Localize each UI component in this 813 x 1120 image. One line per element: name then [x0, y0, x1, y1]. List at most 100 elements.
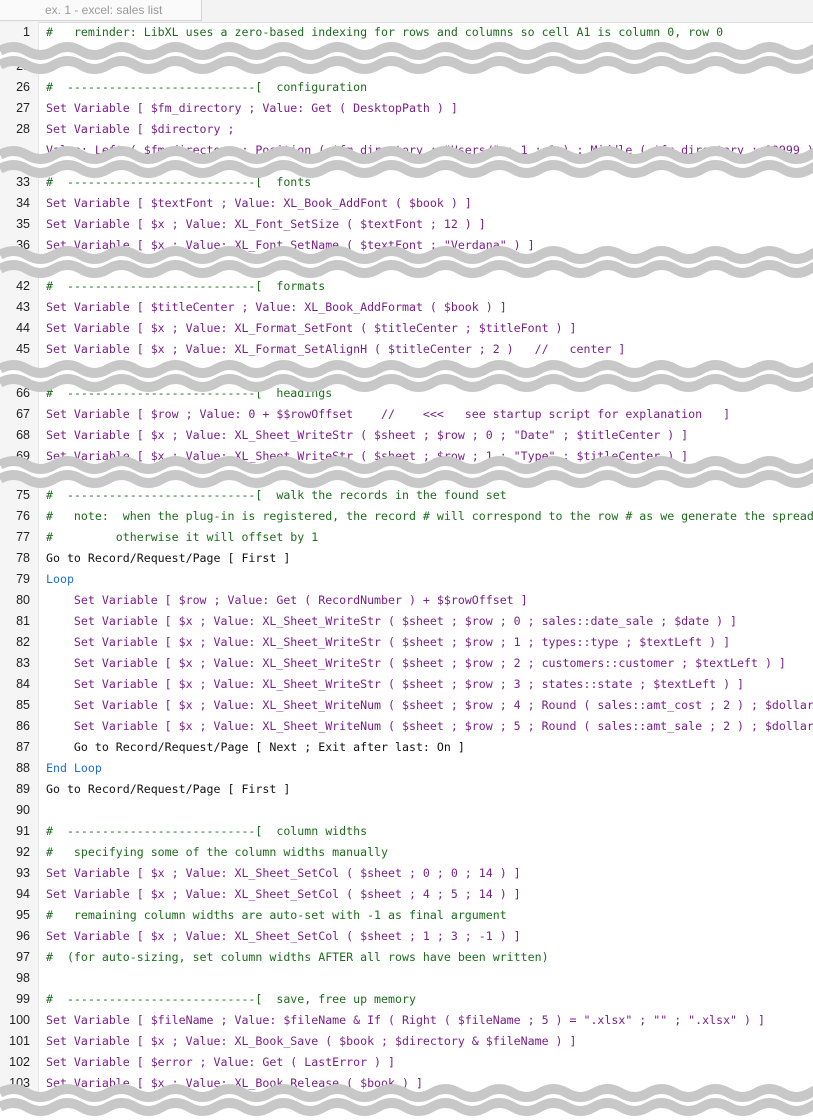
line-number: 79: [16, 572, 30, 586]
script-line[interactable]: 100 Set Variable [ $fileName ; Value: $fi…: [0, 1010, 813, 1031]
script-line[interactable]: 26 # ---------------------------[ configu…: [0, 77, 813, 98]
line-number: 101: [9, 1034, 30, 1048]
script-step-text: # note: when the plug-in is registered, …: [46, 509, 813, 523]
line-number: 85: [16, 698, 30, 712]
script-line[interactable]: 43 Set Variable [ $titleCenter ; Value: X…: [0, 297, 813, 318]
line-number: 35: [16, 217, 30, 231]
script-line[interactable]: 90: [0, 800, 813, 821]
line-number: 95: [16, 908, 30, 922]
script-line[interactable]: 35 Set Variable [ $x ; Value: XL_Font_Set…: [0, 214, 813, 235]
line-number: 34: [16, 196, 30, 210]
torn-edge-graphic: [0, 246, 813, 278]
script-step-text: Set Variable [ $fm_directory ; Value: Ge…: [46, 101, 458, 115]
script-line[interactable]: 78 Go to Record/Request/Page [ First ]: [0, 548, 813, 569]
line-number: 91: [16, 824, 30, 838]
script-line[interactable]: 86 Set Variable [ $x ; Value: XL_Sheet_W…: [0, 716, 813, 737]
script-line[interactable]: 94 Set Variable [ $x ; Value: XL_Sheet_Se…: [0, 884, 813, 905]
line-number: 102: [9, 1055, 30, 1069]
line-gap-break: [0, 356, 813, 396]
script-line[interactable]: 76 # note: when the plug-in is registered…: [0, 506, 813, 527]
script-step-text: # ---------------------------[ save, fre…: [46, 992, 416, 1006]
line-number: 28: [16, 122, 30, 136]
script-step-text: Set Variable [ $x ; Value: XL_Sheet_Writ…: [46, 698, 813, 712]
line-number: 80: [16, 593, 30, 607]
line-number: 27: [16, 101, 30, 115]
script-step-text: Set Variable [ $x ; Value: XL_Sheet_Writ…: [46, 656, 786, 670]
line-number: 89: [16, 782, 30, 796]
line-number: 87: [16, 740, 30, 754]
line-number: 83: [16, 656, 30, 670]
script-line[interactable]: 44 Set Variable [ $x ; Value: XL_Format_S…: [0, 318, 813, 339]
script-step-text: Go to Record/Request/Page [ Next ; Exit …: [46, 740, 465, 754]
line-number: 76: [16, 509, 30, 523]
script-step-text: # remaining column widths are auto-set w…: [46, 908, 507, 922]
script-step-text: # otherwise it will offset by 1: [46, 530, 319, 544]
script-line[interactable]: 87 Go to Record/Request/Page [ Next ; Ex…: [0, 737, 813, 758]
script-line[interactable]: 27 Set Variable [ $fm_directory ; Value: …: [0, 98, 813, 119]
line-number: 93: [16, 866, 30, 880]
script-step-text: Set Variable [ $row ; Value: 0 + $$rowOf…: [46, 407, 731, 421]
torn-edge-graphic: [0, 456, 813, 488]
script-line[interactable]: 89 Go to Record/Request/Page [ First ]: [0, 779, 813, 800]
script-step-text: Set Variable [ $x ; Value: XL_Sheet_Writ…: [46, 719, 813, 733]
line-gap-break: [0, 1080, 813, 1120]
line-number: 44: [16, 321, 30, 335]
script-step-text: Set Variable [ $x ; Value: XL_Sheet_Writ…: [46, 428, 689, 442]
line-gap-break: [0, 142, 813, 182]
script-line[interactable]: 96 Set Variable [ $x ; Value: XL_Sheet_Se…: [0, 926, 813, 947]
script-step-text: # specifying some of the column widths m…: [46, 845, 389, 859]
script-line[interactable]: 85 Set Variable [ $x ; Value: XL_Sheet_W…: [0, 695, 813, 716]
script-step-text: Set Variable [ $x ; Value: XL_Book_Save …: [46, 1034, 577, 1048]
line-number: 78: [16, 551, 30, 565]
script-step-text: Set Variable [ $x ; Value: XL_Format_Set…: [46, 321, 577, 335]
script-line[interactable]: 80 Set Variable [ $row ; Value: Get ( Re…: [0, 590, 813, 611]
script-line[interactable]: 99 # ---------------------------[ save, f…: [0, 989, 813, 1010]
script-step-text: Set Variable [ $titleCenter ; Value: XL_…: [46, 300, 507, 314]
script-step-text: Set Variable [ $textFont ; Value: XL_Boo…: [46, 196, 472, 210]
script-line[interactable]: 81 Set Variable [ $x ; Value: XL_Sheet_W…: [0, 611, 813, 632]
torn-edge-graphic: [0, 146, 813, 178]
script-step-text: Set Variable [ $error ; Value: Get ( Las…: [46, 1055, 396, 1069]
script-line[interactable]: 97 # (for auto-sizing, set column widths …: [0, 947, 813, 968]
script-line[interactable]: 91 # ---------------------------[ column …: [0, 821, 813, 842]
torn-edge-graphic: [0, 42, 813, 74]
script-line[interactable]: 84 Set Variable [ $x ; Value: XL_Sheet_W…: [0, 674, 813, 695]
line-number: 67: [16, 407, 30, 421]
line-number: 43: [16, 300, 30, 314]
script-line[interactable]: 68 Set Variable [ $x ; Value: XL_Sheet_Wr…: [0, 425, 813, 446]
script-line[interactable]: 102 Set Variable [ $error ; Value: Get ( …: [0, 1052, 813, 1073]
script-step-text: End Loop: [46, 761, 102, 775]
script-line[interactable]: 92 # specifying some of the column widths…: [0, 842, 813, 863]
script-line[interactable]: 82 Set Variable [ $x ; Value: XL_Sheet_W…: [0, 632, 813, 653]
script-line[interactable]: 101 Set Variable [ $x ; Value: XL_Book_Sa…: [0, 1031, 813, 1052]
script-line[interactable]: 95 # remaining column widths are auto-set…: [0, 905, 813, 926]
script-step-text: Go to Record/Request/Page [ First ]: [46, 782, 291, 796]
line-number: 68: [16, 428, 30, 442]
script-line[interactable]: 88 End Loop: [0, 758, 813, 779]
line-number: 88: [16, 761, 30, 775]
script-step-text: Go to Record/Request/Page [ First ]: [46, 551, 291, 565]
script-step-text: Set Variable [ $x ; Value: XL_Sheet_Writ…: [46, 635, 731, 649]
torn-edge-graphic: [0, 1084, 813, 1116]
script-step-text: Set Variable [ $x ; Value: XL_Sheet_SetC…: [46, 887, 521, 901]
script-line[interactable]: 28 Set Variable [ $directory ;: [0, 119, 813, 140]
script-line[interactable]: 77 # otherwise it will offset by 1: [0, 527, 813, 548]
script-editor[interactable]: 1 # reminder: LibXL uses a zero-based ind…: [0, 0, 813, 1116]
script-line[interactable]: 67 Set Variable [ $row ; Value: 0 + $$row…: [0, 404, 813, 425]
script-line[interactable]: 34 Set Variable [ $textFont ; Value: XL_B…: [0, 193, 813, 214]
line-number: 81: [16, 614, 30, 628]
line-number: 96: [16, 929, 30, 943]
script-line[interactable]: 93 Set Variable [ $x ; Value: XL_Sheet_Se…: [0, 863, 813, 884]
script-step-text: Set Variable [ $x ; Value: XL_Font_SetSi…: [46, 217, 486, 231]
script-line[interactable]: 83 Set Variable [ $x ; Value: XL_Sheet_W…: [0, 653, 813, 674]
script-step-text: Set Variable [ $x ; Value: XL_Sheet_SetC…: [46, 929, 521, 943]
script-step-text: Set Variable [ $x ; Value: XL_Sheet_Writ…: [46, 677, 745, 691]
line-number: 84: [16, 677, 30, 691]
script-step-text: Loop: [46, 572, 74, 586]
script-line[interactable]: 98: [0, 968, 813, 989]
line-number: 97: [16, 950, 30, 964]
torn-edge-graphic: [0, 360, 813, 392]
line-number: 92: [16, 845, 30, 859]
script-line[interactable]: 79 Loop: [0, 569, 813, 590]
line-number: 100: [9, 1013, 30, 1027]
